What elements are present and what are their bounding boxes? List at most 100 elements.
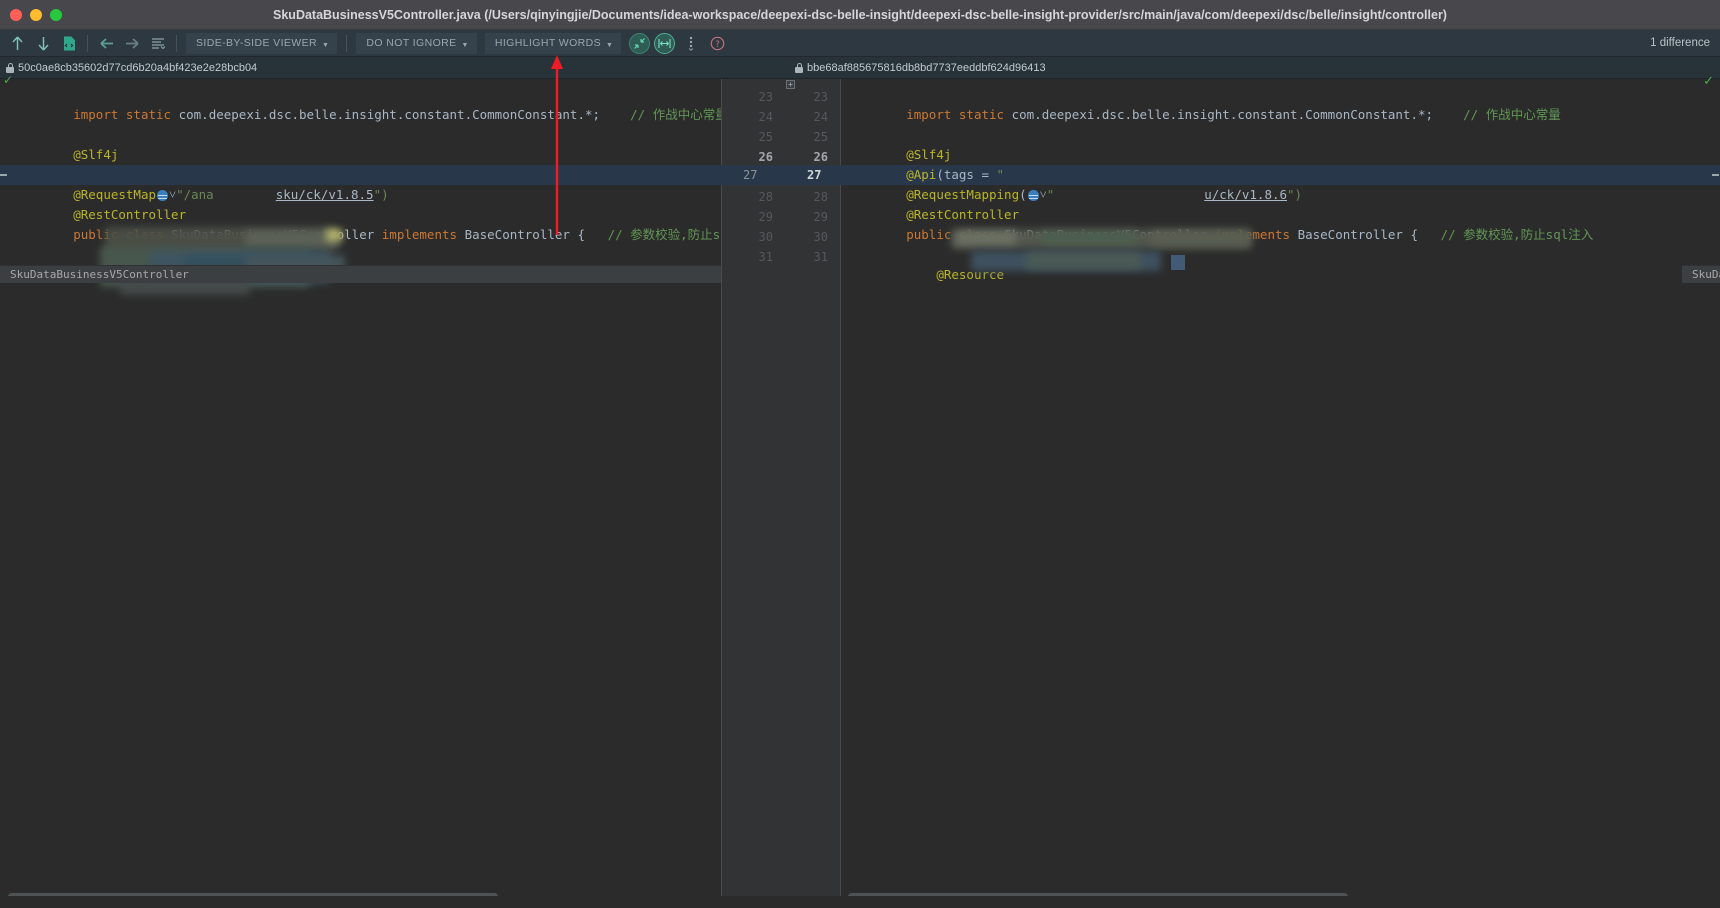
breadcrumb-label: SkuDataBusinessV5Controller [10, 265, 189, 285]
ignore-policy-label: DO NOT IGNORE [366, 37, 456, 49]
bottom-strip [0, 896, 1720, 908]
token: @RequestMapping [906, 187, 1019, 202]
token: public [906, 227, 959, 242]
right-editor-pane[interactable]: import static com.deepexi.dsc.belle.insi… [841, 79, 1720, 908]
token-caret: ˅ [1040, 187, 1047, 202]
right-breadcrumb[interactable]: SkuDataBusinessV5Controller [1682, 265, 1720, 283]
token: { [1410, 227, 1418, 242]
left-editor-pane[interactable]: import static com.deepexi.dsc.belle.insi… [0, 79, 721, 908]
lock-icon [6, 63, 14, 73]
left-line-number-gutter: 23 24 25 26 27 28 29 30 31 [721, 79, 785, 908]
viewer-mode-dropdown[interactable]: SIDE-BY-SIDE VIEWER ▼ [186, 33, 337, 54]
code-line: @Resource [0, 245, 721, 265]
token: // 参数校验,防止sql注入 [1418, 227, 1593, 242]
line-number: 24 [722, 107, 785, 127]
right-inspection-ok-icon[interactable]: ✓ [1703, 73, 1714, 89]
arrow-right-icon[interactable] [119, 31, 145, 55]
line-number: 25 [722, 127, 785, 147]
line-number: 31 [722, 247, 785, 267]
token[interactable]: sku/ck/v1.8.5 [214, 187, 374, 202]
token: class [126, 227, 171, 242]
line-number: 28 [785, 187, 840, 207]
highlight-mode-dropdown[interactable]: HIGHLIGHT WORDS ▼ [485, 33, 622, 54]
token: @Resource [906, 267, 1004, 282]
token: SkuDataBusinessV5Controller [1004, 227, 1215, 242]
token: class [959, 227, 1004, 242]
align-sides-icon[interactable] [654, 33, 675, 54]
line-number-current: 27 [785, 167, 840, 187]
more-options-icon[interactable] [681, 31, 701, 55]
line-number: 29 [785, 207, 840, 227]
selection-highlight [1171, 255, 1185, 270]
close-window-button[interactable] [10, 9, 22, 21]
token: " [997, 167, 1005, 182]
diff-toolbar: SIDE-BY-SIDE VIEWER ▼ DO NOT IGNORE ▼ HI… [0, 30, 1720, 57]
token: static [126, 107, 179, 122]
line-number: 30 [722, 227, 785, 247]
token: ( [1019, 187, 1027, 202]
list-settings-icon[interactable] [145, 31, 171, 55]
token: implements [382, 227, 465, 242]
minimize-window-button[interactable] [30, 9, 42, 21]
chevron-down-icon: ▼ [322, 42, 329, 49]
right-line-number-gutter: 23 24 25 26 27 28 29 30 31 + + [785, 79, 841, 908]
file-diff-icon[interactable] [56, 31, 82, 55]
lock-icon [795, 63, 803, 73]
revision-bar: 50c0ae8cb35602d77cd6b20a4bf423e2e28bcb04… [0, 57, 1720, 79]
token: // 作战中心常量 [600, 107, 721, 122]
token: com.deepexi.dsc.belle.insight.constant.C… [1012, 107, 1433, 122]
token: com.deepexi.dsc.belle.insight.constant.C… [179, 107, 600, 122]
arrow-left-icon[interactable] [93, 31, 119, 55]
left-revision-hash: 50c0ae8cb35602d77cd6b20a4bf423e2e28bcb04 [18, 62, 257, 74]
right-code-area[interactable]: import static com.deepexi.dsc.belle.insi… [841, 85, 1720, 265]
line-number: 26 [785, 147, 840, 167]
token: SkuDataBusinessV5Controller [171, 227, 382, 242]
code-line: import static com.deepexi.dsc.belle.insi… [0, 85, 721, 105]
chevron-down-icon: ▼ [462, 42, 469, 49]
left-inspection-ok-icon[interactable]: ✓ [3, 73, 13, 87]
window-titlebar: SkuDataBusinessV5Controller.java (/Users… [0, 0, 1720, 30]
code-line-changed[interactable]: @RequestMap˅"/anasku/ck/v1.8.5") [0, 165, 721, 185]
line-number: 25 [785, 127, 840, 147]
token: import [906, 107, 959, 122]
toolbar-divider-2 [176, 35, 177, 52]
token: import [73, 107, 126, 122]
code-line: @Slf4j [841, 125, 1720, 145]
gutter-breadcrumb-spacer [722, 265, 785, 283]
arrow-down-icon[interactable] [30, 31, 56, 55]
right-revision-hash: bbe68af885675816db8bd7737eeddbf624d96413 [807, 62, 1046, 74]
highlight-mode-label: HIGHLIGHT WORDS [495, 37, 601, 49]
left-revision[interactable]: 50c0ae8cb35602d77cd6b20a4bf423e2e28bcb04 [6, 62, 257, 74]
line-number: 30 [785, 227, 840, 247]
toolbar-divider [87, 35, 88, 52]
window-title: SkuDataBusinessV5Controller.java (/Users… [273, 8, 1447, 22]
token: @Slf4j [906, 147, 951, 162]
right-revision[interactable]: bbe68af885675816db8bd7737eeddbf624d96413 [795, 62, 1046, 74]
left-breadcrumb[interactable]: SkuDataBusinessV5Controller [0, 265, 721, 283]
line-number: 31 [785, 247, 840, 267]
maximize-window-button[interactable] [50, 9, 62, 21]
token: { [577, 227, 585, 242]
chevron-down-icon: ▼ [606, 42, 613, 49]
viewer-mode-label: SIDE-BY-SIDE VIEWER [196, 37, 317, 49]
svg-text:?: ? [715, 40, 720, 50]
globe-icon[interactable] [1028, 190, 1039, 201]
token: (tags = [936, 167, 996, 182]
token: ") [1287, 187, 1302, 202]
collapse-unchanged-icon[interactable] [629, 33, 650, 54]
line-number: 27 [722, 167, 785, 187]
token: "/ana [176, 187, 214, 202]
token: @RestController [906, 207, 1019, 222]
token[interactable]: u/ck/v1.8.6 [1054, 187, 1287, 202]
expand-fold-icon[interactable]: + [786, 80, 795, 89]
token: implements [1215, 227, 1298, 242]
globe-icon[interactable] [157, 190, 168, 201]
traffic-lights[interactable] [10, 0, 62, 30]
help-icon[interactable]: ? [705, 31, 729, 55]
token: // 作战中心常量 [1433, 107, 1561, 122]
left-code-area[interactable]: import static com.deepexi.dsc.belle.insi… [0, 85, 721, 265]
ignore-policy-dropdown[interactable]: DO NOT IGNORE ▼ [356, 33, 477, 54]
arrow-up-icon[interactable] [4, 31, 30, 55]
line-number: 23 [785, 87, 840, 107]
diff-editor: import static com.deepexi.dsc.belle.insi… [0, 79, 1720, 908]
